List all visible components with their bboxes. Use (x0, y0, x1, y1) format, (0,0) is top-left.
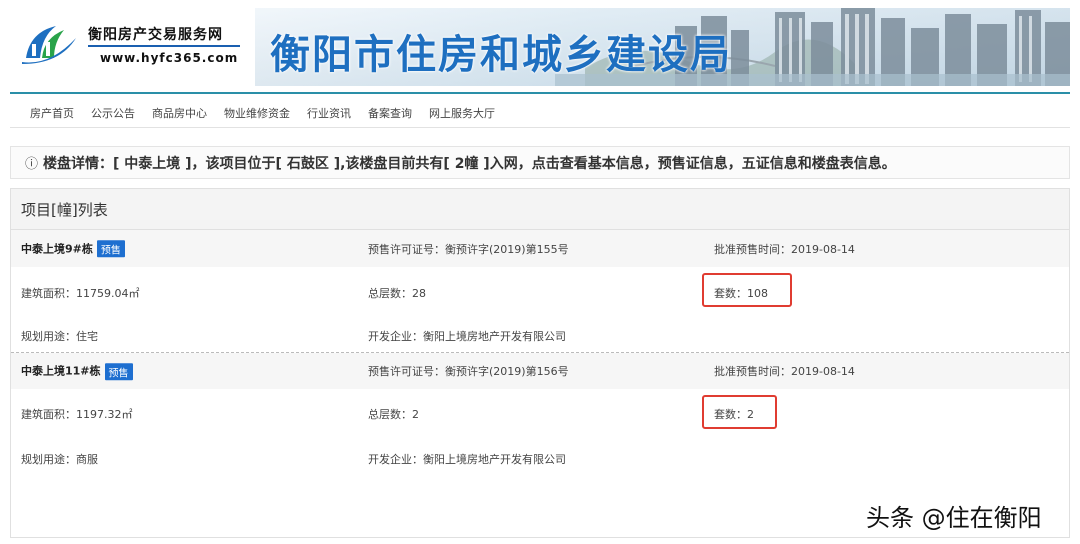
developer: 开发企业：衡阳上境房地产开发有限公司 (368, 453, 566, 466)
main-nav: 房产首页 公示公告 商品房中心 物业维修资金 行业资讯 备案查询 网上服务大厅 (10, 98, 1070, 128)
nav-item-industry-news[interactable]: 行业资讯 (307, 105, 351, 121)
approval-date: 批准预售时间：2019-08-14 (714, 242, 855, 256)
project-notice-text[interactable]: 楼盘详情：[ 中泰上境 ]，该项目位于[ 石鼓区 ],该楼盘目前共有[ 2幢 ]… (43, 153, 896, 173)
site-name-underline (88, 45, 240, 47)
header-banner: 衡阳房产交易服务网 www.hyfc365.com 衡阳市住房和城乡建设局 (0, 0, 1080, 92)
building-name-link[interactable]: 中泰上境9#栋 (21, 242, 93, 255)
building-summary-row: 中泰上境9#栋 预售 预售许可证号：衡预许字(2019)第155号 批准预售时间：… (11, 230, 1069, 267)
project-notice-bar: ⓘ 楼盘详情：[ 中泰上境 ]，该项目位于[ 石鼓区 ],该楼盘目前共有[ 2幢… (10, 146, 1070, 179)
building-detail-row: 规划用途：住宅 开发企业：衡阳上境房地产开发有限公司 (11, 319, 1069, 352)
house-wave-logo-icon (22, 26, 76, 64)
total-floors: 总层数：2 (368, 408, 419, 421)
watermark-text: 头条 @住在衡阳 (866, 504, 1042, 532)
building-area: 建筑面积：11759.04㎡ (21, 287, 140, 300)
site-url: www.hyfc365.com (100, 51, 239, 65)
building-detail-row: 建筑面积：1197.32㎡ 总层数：2 套数：2 (11, 389, 1069, 439)
nav-item-maintenance-fund[interactable]: 物业维修资金 (224, 105, 290, 121)
nav-item-record-query[interactable]: 备案查询 (368, 105, 412, 121)
presale-permit: 预售许可证号：衡预许字(2019)第156号 (368, 365, 569, 378)
building-name-link[interactable]: 中泰上境11#栋 (21, 364, 101, 377)
building-list-header: 项目[幢]列表 (11, 189, 1069, 230)
bureau-title: 衡阳市住房和城乡建设局 (270, 32, 732, 78)
nav-item-home[interactable]: 房产首页 (30, 105, 74, 121)
nav-item-commercial-housing[interactable]: 商品房中心 (152, 105, 207, 121)
planned-usage: 规划用途：住宅 (21, 329, 98, 343)
total-floors: 总层数：28 (368, 287, 426, 300)
header-divider (10, 92, 1070, 94)
building-name-cell: 中泰上境11#栋 预售 (21, 362, 133, 380)
info-circle-icon: ⓘ (25, 157, 39, 172)
presale-permit: 预售许可证号：衡预许字(2019)第155号 (368, 242, 569, 256)
unit-count-highlight (702, 395, 777, 429)
building-list-title: 项目[幢]列表 (21, 200, 108, 219)
building-summary-row: 中泰上境11#栋 预售 预售许可证号：衡预许字(2019)第156号 批准预售时间… (11, 353, 1069, 389)
building-item: 中泰上境9#栋 预售 预售许可证号：衡预许字(2019)第155号 批准预售时间：… (11, 230, 1069, 352)
unit-count-highlight (702, 273, 792, 307)
planned-usage: 规划用途：商服 (21, 453, 98, 466)
building-area: 建筑面积：1197.32㎡ (21, 408, 133, 421)
presale-badge: 预售 (104, 362, 133, 380)
building-detail-row: 建筑面积：11759.04㎡ 总层数：28 套数：108 (11, 267, 1069, 319)
building-name-cell: 中泰上境9#栋 预售 (21, 240, 125, 258)
nav-item-announcements[interactable]: 公示公告 (91, 105, 135, 121)
building-list-panel: 项目[幢]列表 中泰上境9#栋 预售 预售许可证号：衡预许字(2019)第155号… (10, 188, 1070, 538)
building-detail-row: 规划用途：商服 开发企业：衡阳上境房地产开发有限公司 (11, 439, 1069, 479)
site-name: 衡阳房产交易服务网 (88, 27, 223, 43)
approval-date: 批准预售时间：2019-08-14 (714, 365, 855, 378)
developer: 开发企业：衡阳上境房地产开发有限公司 (368, 329, 566, 343)
building-item: 中泰上境11#栋 预售 预售许可证号：衡预许字(2019)第156号 批准预售时间… (11, 352, 1069, 479)
nav-item-online-service-hall[interactable]: 网上服务大厅 (429, 105, 495, 121)
presale-badge: 预售 (96, 240, 125, 258)
